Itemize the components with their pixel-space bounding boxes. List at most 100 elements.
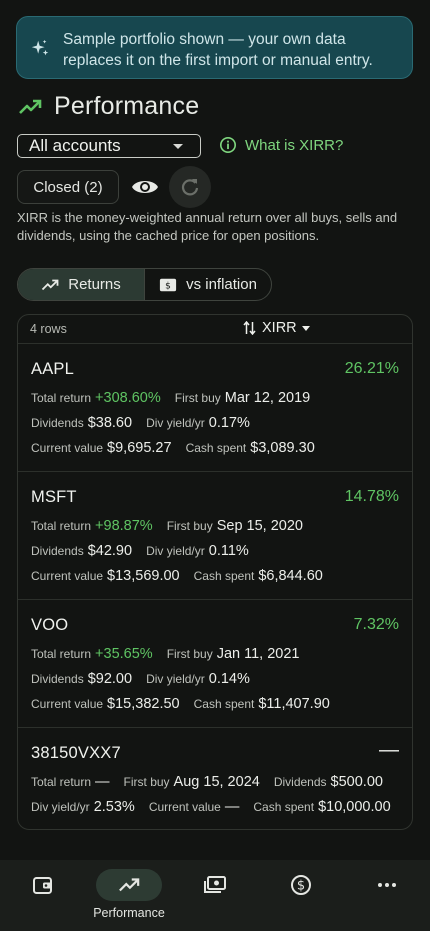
total-return-value: +308.60% xyxy=(95,390,161,406)
cash-spent-value: $11,407.90 xyxy=(258,696,330,712)
row-count: 4 rows xyxy=(30,322,67,336)
current-value-label: Current value xyxy=(31,441,104,455)
total-return-value: — xyxy=(95,774,110,790)
first-buy-label: First buy xyxy=(166,647,213,661)
current-value-value: — xyxy=(224,799,240,815)
cash-spent-label: Cash spent xyxy=(253,800,315,814)
row-xirr: 14.78% xyxy=(344,488,399,505)
svg-text:$: $ xyxy=(165,281,171,291)
view-toggle: Returns $ vs inflation xyxy=(17,268,272,301)
nav-item-dollar[interactable]: $ xyxy=(261,860,341,931)
nav-item-wallet[interactable] xyxy=(3,860,83,931)
row-line-2: Dividends $38.60 Div yield/yr 0.17% xyxy=(31,415,264,431)
trending-up-icon xyxy=(119,878,140,892)
first-buy-label: First buy xyxy=(174,391,221,405)
tab-returns[interactable]: Returns xyxy=(18,269,145,300)
xirr-description: XIRR is the money-weighted annual return… xyxy=(17,210,398,243)
total-return-label: Total return xyxy=(31,775,92,789)
current-value-value: $13,569.00 xyxy=(107,568,180,584)
row-line-3: Current value $15,382.50 Cash spent $11,407… xyxy=(31,696,344,712)
row-symbol: 38150VXX7 xyxy=(31,744,121,762)
page-title: Performance xyxy=(54,92,200,120)
closed-positions-button[interactable]: Closed (2) xyxy=(17,170,119,204)
row-line-1: Total return +35.65% First buy Jan 11, 2021 xyxy=(31,646,313,662)
cash-spent-value: $10,000.00 xyxy=(318,799,391,815)
div-yield-label: Div yield/yr xyxy=(146,416,205,430)
wallet-icon xyxy=(33,877,52,894)
table-row[interactable]: MSFT 14.78% Total return +98.87% First buy… xyxy=(18,472,412,600)
what-is-xirr-label: What is XIRR? xyxy=(245,136,344,154)
div-yield-label: Div yield/yr xyxy=(146,672,205,686)
first-buy-value: Sep 15, 2020 xyxy=(216,518,303,534)
current-value-value: $15,382.50 xyxy=(107,696,180,712)
dividends-label: Dividends xyxy=(31,416,84,430)
first-buy-label: First buy xyxy=(166,519,213,533)
div-yield-value: 0.14% xyxy=(208,671,250,687)
table-row[interactable]: 38150VXX7 — Total return — First buy Aug 15… xyxy=(18,728,412,829)
cash-spent-value: $6,844.60 xyxy=(258,568,323,584)
trending-up-icon xyxy=(42,279,59,290)
eye-icon[interactable] xyxy=(131,176,159,198)
div-yield-value: 0.11% xyxy=(208,543,249,559)
refresh-icon xyxy=(181,179,199,196)
div-yield-label: Div yield/yr xyxy=(31,800,90,814)
sort-label: XIRR xyxy=(262,320,297,336)
row-line-1: Total return +98.87% First buy Sep 15, 2020 xyxy=(31,518,317,534)
nav-item-cash[interactable] xyxy=(175,860,255,931)
row-line-1: Total return +308.60% First buy Mar 12, 201… xyxy=(31,390,324,406)
total-return-label: Total return xyxy=(31,519,92,533)
row-line-2: Dividends $92.00 Div yield/yr 0.14% xyxy=(31,671,264,687)
holdings-table: 4 rows XIRR AAPL 26.21% Total return +308… xyxy=(17,314,413,830)
row-symbol: VOO xyxy=(31,616,69,634)
caret-down-icon xyxy=(301,325,310,331)
total-return-label: Total return xyxy=(31,647,92,661)
row-symbol: AAPL xyxy=(31,360,74,378)
dividends-value: $42.90 xyxy=(87,543,133,559)
sort-xirr-button[interactable]: XIRR xyxy=(243,320,310,336)
table-header: 4 rows XIRR xyxy=(18,315,412,344)
row-xirr: — xyxy=(379,739,399,761)
cash-spent-label: Cash spent xyxy=(185,441,247,455)
dividends-value: $92.00 xyxy=(87,671,133,687)
first-buy-label: First buy xyxy=(123,775,170,789)
current-value-label: Current value xyxy=(148,800,221,814)
what-is-xirr-link[interactable]: What is XIRR? xyxy=(219,136,343,154)
cash-spent-label: Cash spent xyxy=(193,569,255,583)
first-buy-value: Mar 12, 2019 xyxy=(224,390,311,406)
dollar-circle-icon: $ xyxy=(291,875,311,895)
table-row[interactable]: AAPL 26.21% Total return +308.60% First bu… xyxy=(18,344,412,472)
first-buy-value: Aug 15, 2024 xyxy=(173,774,260,790)
dividends-value: $38.60 xyxy=(87,415,133,431)
bottom-navigation: Performance $ xyxy=(0,860,430,931)
nav-pill xyxy=(96,869,162,901)
current-value-label: Current value xyxy=(31,697,104,711)
row-line-1: Total return — First buy Aug 15, 2024 Divide… xyxy=(31,774,383,790)
nav-pill xyxy=(10,869,76,901)
sort-arrows-icon xyxy=(243,321,256,335)
nav-item-more[interactable] xyxy=(347,860,427,931)
account-select[interactable]: All accounts xyxy=(17,134,201,158)
dividends-label: Dividends xyxy=(31,544,84,558)
row-line-2: Dividends $42.90 Div yield/yr 0.11% xyxy=(31,543,263,559)
tab-returns-label: Returns xyxy=(68,276,121,293)
div-yield-label: Div yield/yr xyxy=(146,544,205,558)
info-icon xyxy=(219,136,237,154)
div-yield-value: 0.17% xyxy=(208,415,250,431)
nav-pill xyxy=(182,869,248,901)
svg-text:$: $ xyxy=(297,879,305,894)
tab-vs-inflation[interactable]: $ vs inflation xyxy=(145,269,271,300)
refresh-button[interactable] xyxy=(169,166,211,208)
chevron-down-icon xyxy=(173,144,183,149)
table-row[interactable]: VOO 7.32% Total return +35.65% First buy Ja… xyxy=(18,600,412,728)
cash-spent-value: $3,089.30 xyxy=(250,440,315,456)
first-buy-value: Jan 11, 2021 xyxy=(216,646,300,662)
row-line-2: Div yield/yr 2.53% Current value — Cash spen… xyxy=(31,799,391,815)
dividends-label: Dividends xyxy=(31,672,84,686)
cash-icon: $ xyxy=(159,278,177,291)
nav-item-performance[interactable]: Performance xyxy=(89,860,169,931)
page-header: Performance xyxy=(18,92,199,121)
total-return-value: +35.65% xyxy=(95,646,153,662)
sample-data-banner: Sample portfolio shown — your own data r… xyxy=(16,16,413,79)
more-icon xyxy=(378,883,396,887)
banner-text: Sample portfolio shown — your own data r… xyxy=(63,31,373,69)
